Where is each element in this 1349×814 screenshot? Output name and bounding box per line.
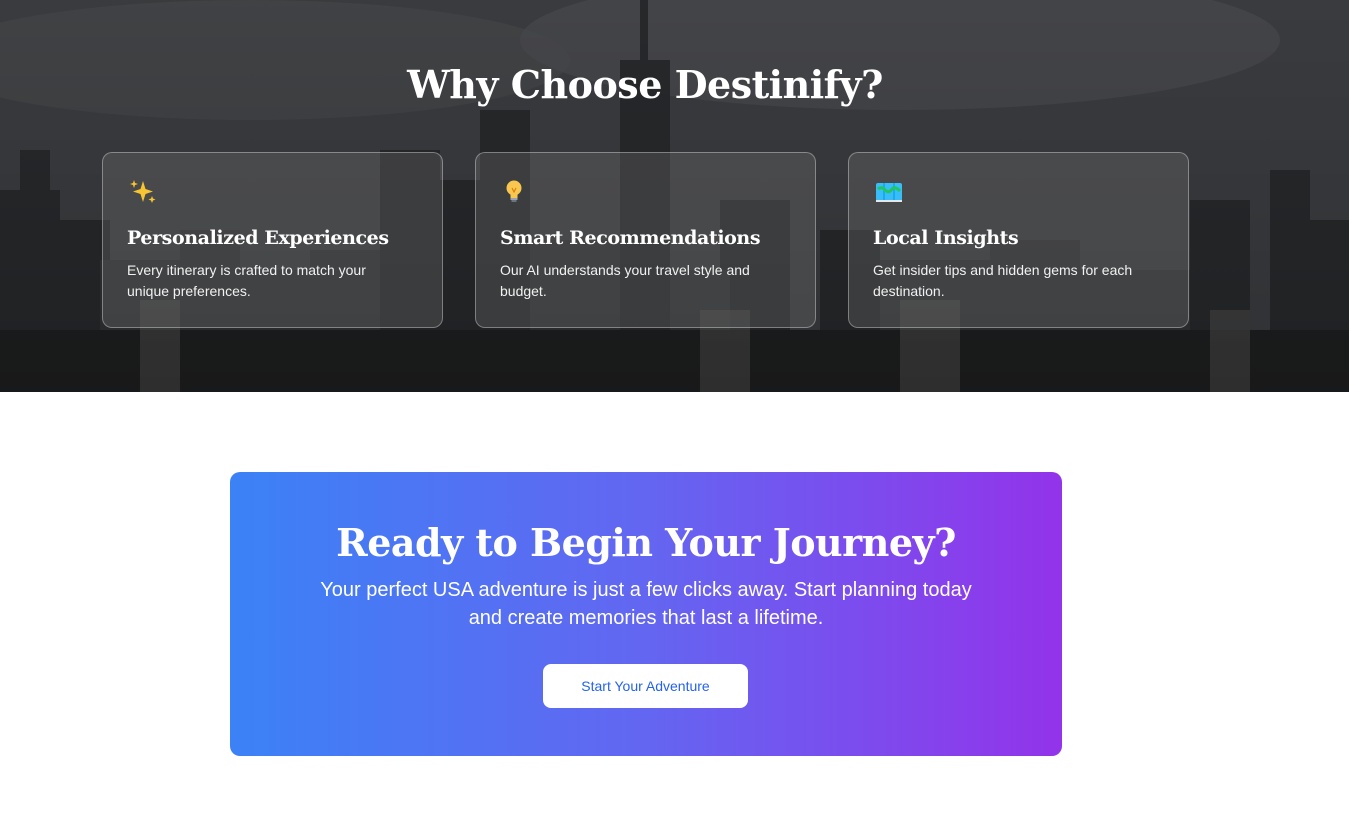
feature-card-text: Our AI understands your travel style and… [500,262,750,299]
feature-card-local-insights: Local Insights Get insider tips and hidd… [848,152,1189,328]
cta-banner: Ready to Begin Your Journey? Your perfec… [230,472,1062,756]
feature-card-personalized: Personalized Experiences Every itinerary… [102,152,443,328]
feature-card-title: Smart Recommendations [500,227,761,249]
section-title: Why Choose Destinify? [407,62,883,107]
cta-description: Your perfect USA adventure is just a few… [320,579,972,629]
start-adventure-button[interactable]: Start Your Adventure [543,664,748,708]
sparkles-icon [130,180,156,203]
feature-card-recommendations: Smart Recommendations Our AI understands… [475,152,816,328]
light-bulb-icon [506,180,522,202]
feature-card-title: Local Insights [873,227,1019,249]
feature-card-text: Get insider tips and hidden gems for eac… [873,262,1133,299]
feature-card-title: Personalized Experiences [127,227,389,249]
map-icon [876,183,902,202]
feature-card-text: Every itinerary is crafted to match your… [127,262,366,299]
cta-title: Ready to Begin Your Journey? [336,520,956,565]
features-section: Why Choose Destinify? Personalized Exper… [0,0,1349,392]
